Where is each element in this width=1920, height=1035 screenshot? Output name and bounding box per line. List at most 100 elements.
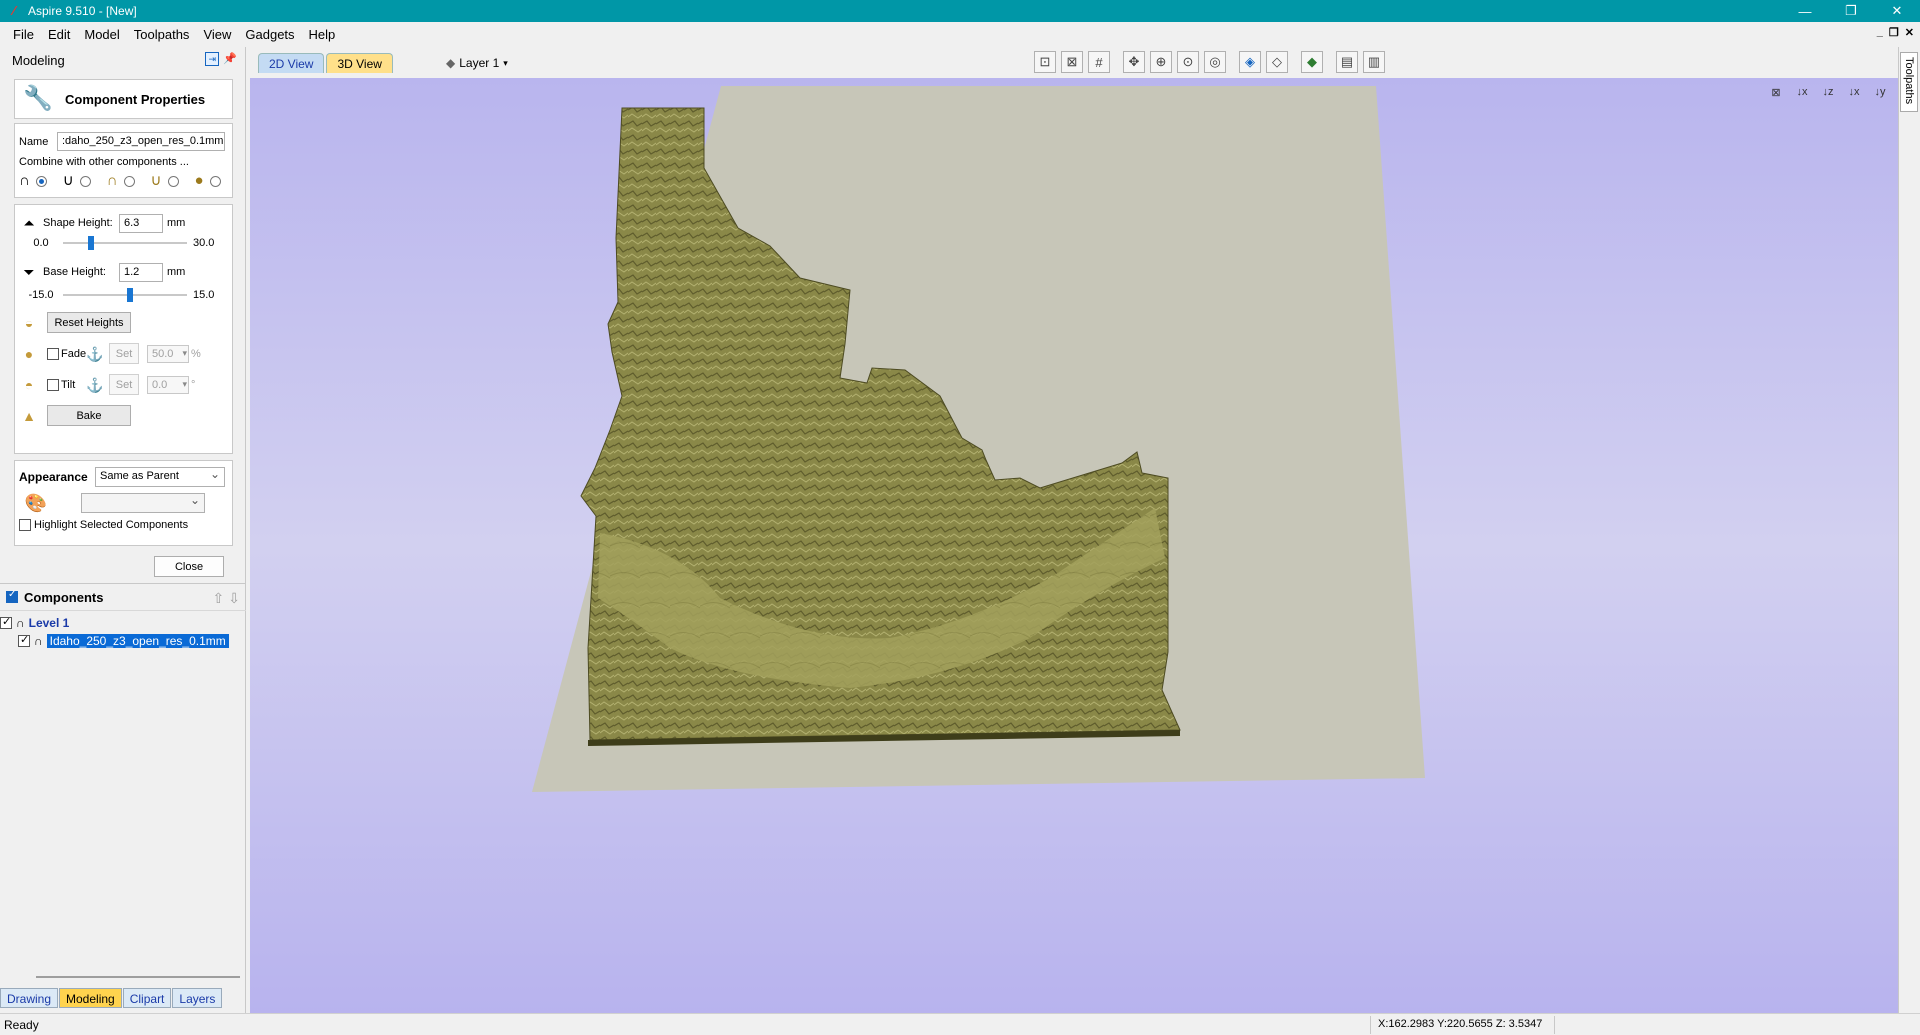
base-height-unit: mm (167, 266, 186, 278)
combine-multiply-radio[interactable] (209, 175, 221, 187)
fade-checkbox[interactable] (47, 347, 59, 360)
toolpath-preview-icon[interactable]: ◇ (1266, 51, 1288, 73)
merge-high-shape-icon: ∩ (106, 172, 118, 189)
mdi-restore-button[interactable]: ❐ (1889, 26, 1899, 39)
shape-height-icon: ⏶ (23, 215, 35, 231)
item-label[interactable]: Idaho_250_z3_open_res_0.1mm (46, 634, 229, 648)
right-panel-strip (1898, 47, 1920, 1013)
close-row: Close (0, 556, 245, 578)
fade-anchor-icon[interactable]: ⚓ (85, 344, 105, 364)
status-divider (1370, 1016, 1371, 1034)
appearance-select[interactable]: Same as Parent (95, 467, 225, 487)
modeling-panel: Modeling ⇥ 📌 🔧 Component Properties Name… (0, 47, 246, 1013)
shape-height-unit: mm (167, 217, 186, 229)
menu-view[interactable]: View (196, 27, 238, 42)
base-height-thumb[interactable] (126, 288, 133, 302)
combine-merge-low-radio[interactable] (167, 175, 179, 187)
level-checkbox[interactable] (0, 615, 12, 629)
grid-icon[interactable]: # (1088, 51, 1110, 73)
minimize-button[interactable]: — (1782, 0, 1828, 22)
mdi-minimize-button[interactable]: _ (1877, 26, 1883, 39)
zoom-extents-icon[interactable]: ⊙ (1177, 51, 1199, 73)
3d-viewport[interactable]: ⊠ ↓x ↓z ↓x ↓y (250, 78, 1898, 1014)
fade-set-button[interactable]: Set (109, 343, 139, 364)
zoom-material-icon[interactable]: ⊠ (1061, 51, 1083, 73)
tilt-value-field[interactable]: 0.0 (147, 375, 189, 394)
cursor-coordinates: X:162.2983 Y:220.5655 Z: 3.5347 (1378, 1018, 1543, 1030)
window-title: Aspire 9.510 - [New] (28, 4, 137, 18)
height-group: ⏶ Shape Height: 6.3 mm 0.0 30.0 ⏷ Base H… (14, 204, 233, 454)
item-checkbox[interactable] (18, 633, 30, 647)
base-height-field[interactable]: 1.2 (119, 262, 163, 282)
name-field[interactable]: :daho_250_z3_open_res_0.1mm (57, 132, 225, 151)
level-label: Level 1 (28, 616, 70, 630)
restore-button[interactable]: ❐ (1828, 0, 1874, 22)
menu-help[interactable]: Help (302, 27, 343, 42)
highlight-selected-checkbox[interactable] (19, 519, 31, 531)
render-icon[interactable]: ◈ (1239, 51, 1261, 73)
close-button[interactable]: Close (154, 556, 224, 577)
mdi-close-button[interactable]: ✕ (1905, 26, 1914, 39)
close-window-button[interactable]: ✕ (1874, 0, 1920, 22)
tilt-unit: ° (191, 378, 196, 391)
zoom-in-icon[interactable]: ⊕ (1150, 51, 1172, 73)
merge-low-shape-icon: ∪ (150, 172, 162, 189)
shape-height-field[interactable]: 6.3 (119, 213, 163, 233)
tilt-set-button[interactable]: Set (109, 374, 139, 395)
move-down-icon[interactable]: ⇩ (228, 590, 240, 607)
bake-button[interactable]: Bake (47, 405, 131, 426)
move-up-icon[interactable]: ⇧ (213, 590, 225, 607)
components-title: Components (24, 589, 104, 605)
combine-subtract-radio[interactable] (79, 175, 91, 187)
split-horizontal-icon[interactable]: ▤ (1336, 51, 1358, 73)
menu-toolpaths[interactable]: Toolpaths (127, 27, 197, 42)
base-height-icon: ⏷ (23, 264, 35, 280)
panel-scrollbar[interactable] (36, 976, 240, 978)
tree-item-row[interactable]: ∩ Idaho_250_z3_open_res_0.1mm (0, 632, 246, 650)
menu-edit[interactable]: Edit (41, 27, 77, 42)
fade-value-field[interactable]: 50.0 (147, 344, 189, 363)
combine-merge-high-radio[interactable] (123, 175, 135, 187)
zoom-box-icon[interactable]: ⊡ (1034, 51, 1056, 73)
tilt-checkbox[interactable] (47, 378, 59, 391)
components-visible-checkbox[interactable] (6, 589, 18, 603)
wrench-icon: 🔧 (23, 85, 53, 112)
pan-icon[interactable]: ✥ (1123, 51, 1145, 73)
material-icon[interactable]: ◆ (1301, 51, 1323, 73)
reset-heights-button[interactable]: Reset Heights (47, 312, 131, 333)
color-select[interactable] (81, 493, 205, 513)
level-icon: ∩ (16, 616, 25, 630)
pin-icon[interactable]: 📌 (223, 52, 237, 66)
toolpaths-tab[interactable]: Toolpaths (1900, 52, 1918, 112)
zoom-selection-icon[interactable]: ◎ (1204, 51, 1226, 73)
view-tabs: 2D View 3D View (258, 53, 393, 73)
appearance-label: Appearance (19, 470, 88, 484)
menu-file[interactable]: File (6, 27, 41, 42)
layer-selector[interactable]: ◆ Layer 1 ▾ (446, 53, 508, 73)
tree-level-row[interactable]: ∩ Level 1 (0, 614, 246, 632)
dock-icon[interactable]: ⇥ (205, 52, 220, 66)
combine-add-radio[interactable] (35, 175, 47, 187)
tab-2d-view[interactable]: 2D View (258, 53, 325, 73)
components-header: Components ⇧ ⇩ (0, 583, 246, 611)
tab-modeling[interactable]: Modeling (59, 988, 122, 1008)
tab-drawing[interactable]: Drawing (0, 988, 59, 1008)
layer-label: Layer 1 (459, 56, 500, 70)
base-height-max: 15.0 (193, 289, 215, 301)
fade-unit: % (191, 347, 201, 360)
menu-model[interactable]: Model (77, 27, 126, 42)
tab-layers[interactable]: Layers (172, 988, 223, 1008)
view-toolbar: ⊡ ⊠ # ✥ ⊕ ⊙ ◎ ◈ ◇ ◆ ▤ ▥ (1034, 51, 1385, 73)
split-vertical-icon[interactable]: ▥ (1363, 51, 1385, 73)
tilt-anchor-icon[interactable]: ⚓ (85, 375, 105, 395)
chevron-down-icon: ▾ (503, 57, 508, 68)
menu-gadgets[interactable]: Gadgets (238, 27, 301, 42)
tab-3d-view[interactable]: 3D View (326, 53, 393, 73)
add-shape-icon: ∩ (19, 172, 30, 189)
base-height-slider[interactable] (63, 288, 187, 302)
shape-height-slider[interactable] (63, 236, 187, 250)
tab-clipart[interactable]: Clipart (122, 988, 172, 1008)
shape-height-label: Shape Height: (43, 217, 113, 229)
palette-icon[interactable]: 🎨 (19, 493, 53, 513)
shape-height-thumb[interactable] (87, 236, 94, 250)
